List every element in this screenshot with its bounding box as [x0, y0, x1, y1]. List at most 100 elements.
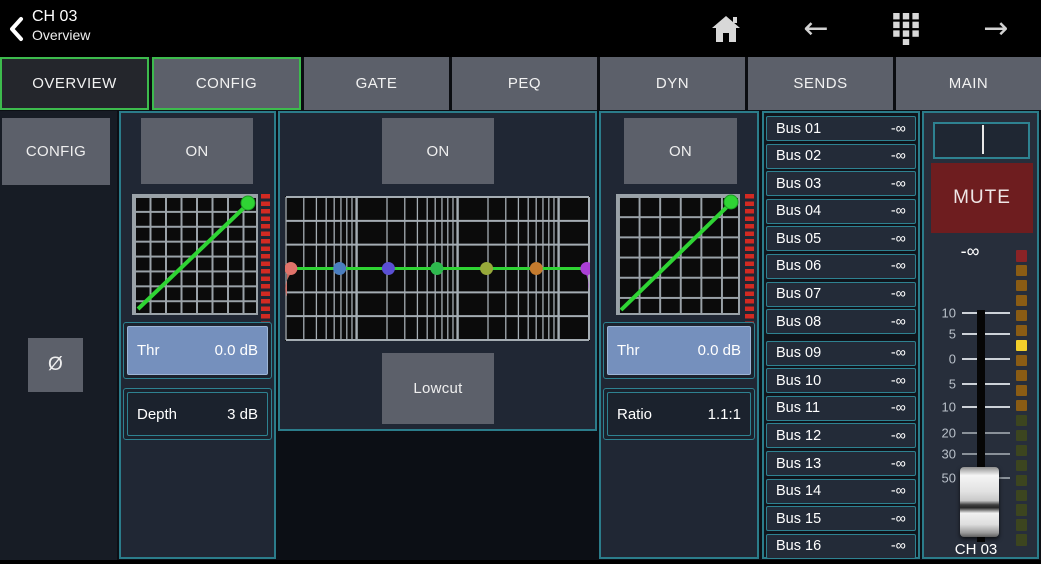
bus-name: Bus 16	[776, 538, 821, 554]
bus-send-row[interactable]: Bus 06-∞	[766, 254, 916, 279]
fader-scale-tick	[962, 453, 1010, 455]
home-icon[interactable]	[709, 9, 743, 49]
bus-send-level: -∞	[891, 511, 906, 527]
bus-name: Bus 13	[776, 456, 821, 472]
meter-segment-amber	[1016, 280, 1027, 292]
mixer-screen: CH 03 Overview ←	[0, 0, 1041, 564]
page-name: Overview	[32, 27, 90, 45]
dyn-on-button[interactable]: ON	[624, 118, 737, 184]
fader-scale-label: 50	[926, 471, 956, 486]
fader-scale-tick	[962, 333, 1010, 335]
bus-name: Bus 11	[776, 400, 820, 416]
meter-segment-green	[1016, 490, 1027, 502]
gate-curve-graph[interactable]	[132, 194, 258, 315]
peq-band-1-handle[interactable]	[333, 262, 346, 275]
dialpad-icon[interactable]	[889, 9, 923, 49]
peq-band-5-handle[interactable]	[530, 262, 543, 275]
fader-scale-label: 0	[926, 352, 956, 367]
gate-on-button[interactable]: ON	[141, 118, 253, 184]
bus-send-row[interactable]: Bus 05-∞	[766, 226, 916, 251]
tab-gate[interactable]: GATE	[304, 57, 449, 110]
bus-send-level: -∞	[891, 121, 906, 137]
peq-lowcut-band-handle[interactable]	[285, 262, 297, 275]
gate-depth-label: Depth	[137, 406, 177, 423]
bus-name: Bus 07	[776, 286, 821, 302]
arrow-right-icon[interactable]: →	[979, 9, 1013, 49]
bus-send-row[interactable]: Bus 03-∞	[766, 171, 916, 196]
peq-band-6-handle[interactable]	[580, 262, 590, 275]
gate-depth-field[interactable]: Depth 3 dB	[123, 388, 272, 440]
gate-threshold-value: 0.0 dB	[215, 342, 258, 359]
fader-scale-label: 20	[926, 426, 956, 441]
peq-band-2-handle[interactable]	[382, 262, 395, 275]
tab-dyn[interactable]: DYN	[600, 57, 745, 110]
bus-send-row[interactable]: Bus 02-∞	[766, 144, 916, 169]
main-level-readout: -∞	[924, 241, 1016, 262]
dyn-threshold-field[interactable]: Thr 0.0 dB	[603, 322, 755, 379]
main-panel: MUTE -∞ 1050510203050 CH 03	[922, 111, 1039, 559]
bus-send-row[interactable]: Bus 09-∞	[766, 341, 916, 366]
bus-send-row[interactable]: Bus 04-∞	[766, 199, 916, 224]
fader-scale-label: 30	[926, 447, 956, 462]
bus-send-row[interactable]: Bus 11-∞	[766, 396, 916, 421]
gate-threshold-label: Thr	[137, 342, 160, 359]
main-channel-label: CH 03	[924, 541, 1028, 558]
top-bar: CH 03 Overview ←	[0, 0, 1041, 57]
bus-name: Bus 10	[776, 373, 821, 389]
bus-send-row[interactable]: Bus 14-∞	[766, 479, 916, 504]
bus-send-row[interactable]: Bus 13-∞	[766, 451, 916, 476]
pan-indicator[interactable]	[933, 122, 1030, 159]
bus-send-level: -∞	[891, 373, 906, 389]
tab-peq[interactable]: PEQ	[452, 57, 597, 110]
bottom-edge	[0, 560, 1041, 564]
bus-send-row[interactable]: Bus 01 -∞	[766, 116, 916, 141]
meter-segment-green	[1016, 519, 1027, 531]
bus-send-row[interactable]: Bus 07-∞	[766, 282, 916, 307]
dyn-curve-graph[interactable]	[616, 194, 740, 315]
dyn-panel: ON Thr 0.0 dB Ratio 1.1:1	[599, 111, 759, 559]
bus-send-row[interactable]: Bus 10 -∞	[766, 368, 916, 393]
fader-scale-tick	[962, 358, 1010, 360]
bus-send-level: -∞	[891, 258, 906, 274]
bus-send-row[interactable]: Bus 08-∞	[766, 309, 916, 334]
peq-curve-graph[interactable]	[285, 196, 590, 341]
arrow-left-icon[interactable]: ←	[799, 9, 833, 49]
dyn-ratio-field[interactable]: Ratio 1.1:1	[603, 388, 755, 440]
config-column: CONFIG Ø	[0, 111, 117, 560]
content-area: CONFIG Ø ON Thr 0.0 dB Depth	[0, 110, 1041, 560]
bus-name: Bus 15	[776, 511, 821, 527]
bus-name: Bus 01	[776, 121, 821, 137]
tab-main[interactable]: MAIN	[896, 57, 1041, 110]
peq-band-4-handle[interactable]	[480, 262, 493, 275]
phase-button[interactable]: Ø	[28, 338, 83, 392]
meter-segment-amber	[1016, 355, 1027, 367]
bus-name: Bus 04	[776, 203, 821, 219]
mute-button[interactable]: MUTE	[931, 163, 1033, 233]
gate-threshold-field[interactable]: Thr 0.0 dB	[123, 322, 272, 379]
lowcut-button[interactable]: Lowcut	[382, 353, 494, 424]
bus-send-row[interactable]: Bus 12-∞	[766, 423, 916, 448]
bus-send-level: -∞	[891, 148, 906, 164]
bus-send-row[interactable]: Bus 16 -∞	[766, 534, 916, 559]
back-chevron-icon[interactable]	[8, 16, 24, 47]
bus-send-row[interactable]: Bus 15 -∞	[766, 506, 916, 531]
fader-knob[interactable]	[960, 467, 999, 537]
tab-sends[interactable]: SENDS	[748, 57, 893, 110]
tab-config[interactable]: CONFIG	[152, 57, 301, 110]
fader-scale-tick	[962, 312, 1010, 314]
dyn-meter-strip	[745, 194, 754, 324]
meter-segment-amber	[1016, 265, 1027, 277]
gate-depth-value: 3 dB	[227, 406, 258, 423]
bus-send-level: -∞	[891, 314, 906, 330]
config-button[interactable]: CONFIG	[2, 118, 110, 185]
peq-on-button[interactable]: ON	[382, 118, 494, 184]
meter-segment-amber	[1016, 325, 1027, 337]
channel-title-block: CH 03 Overview	[32, 7, 90, 45]
bus-name: Bus 12	[776, 428, 821, 444]
dyn-threshold-label: Thr	[617, 342, 640, 359]
meter-segment-yellow	[1016, 340, 1027, 352]
tab-overview[interactable]: OVERVIEW	[0, 57, 149, 110]
bus-send-level: -∞	[891, 538, 906, 554]
meter-segment-amber	[1016, 400, 1027, 412]
peq-band-3-handle[interactable]	[430, 262, 443, 275]
